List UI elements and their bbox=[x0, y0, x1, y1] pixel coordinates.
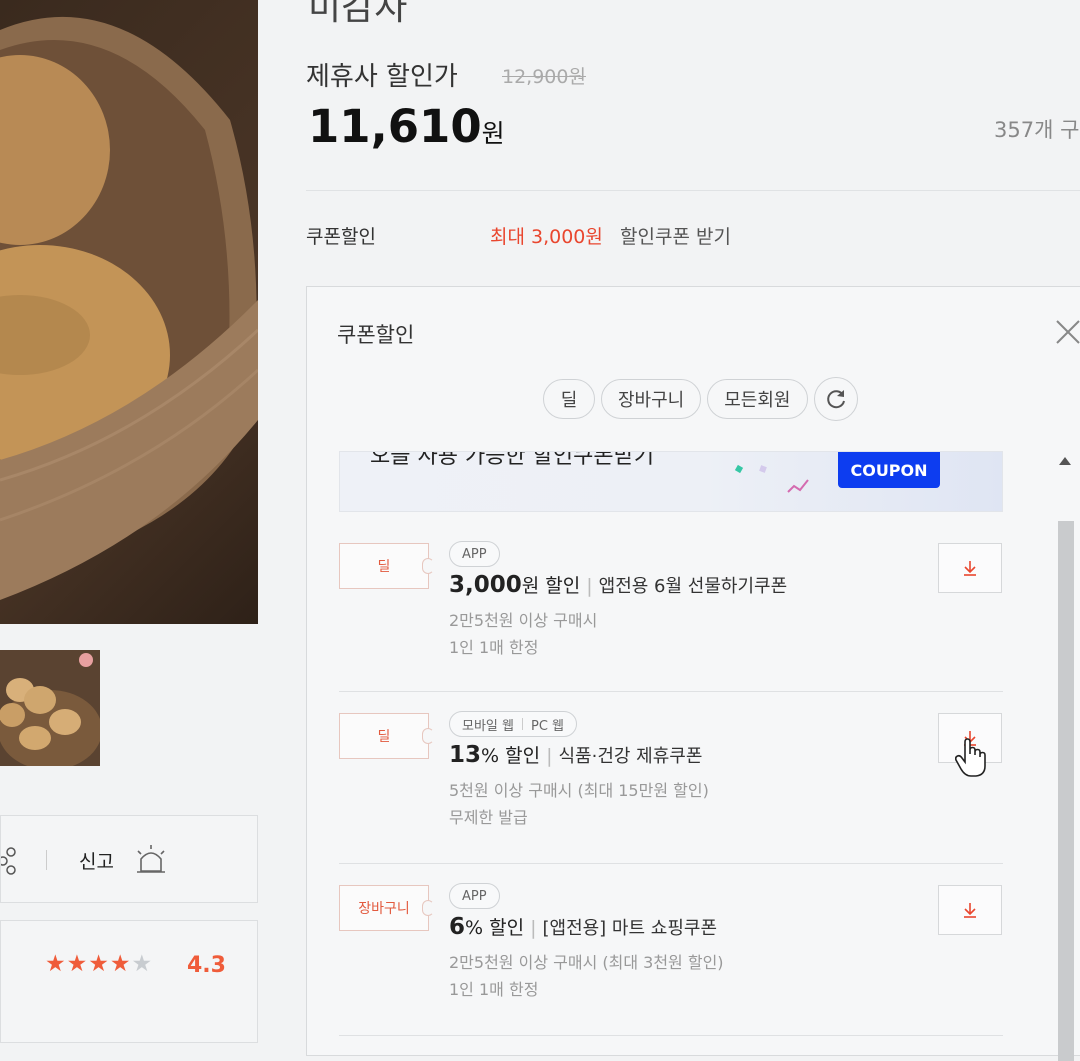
divider bbox=[46, 850, 47, 870]
close-icon[interactable] bbox=[1053, 317, 1080, 347]
filter-chip-cart[interactable]: 장바구니 bbox=[601, 379, 702, 419]
coupon-download-button[interactable] bbox=[938, 885, 1002, 935]
coupon-panel: 쿠폰할인 딜 장바구니 모든회원 오늘 사용 가능한 할인쿠폰받기 COUPON bbox=[306, 286, 1080, 1061]
coupon-type-tag: 딜 bbox=[339, 543, 434, 589]
coupon-get-link[interactable]: 할인쿠폰 받기 bbox=[620, 222, 731, 249]
coupon-condition: 2만5천원 이상 구매시 (최대 3천원 할인) bbox=[449, 953, 724, 972]
platform-label: APP bbox=[462, 546, 487, 562]
coupon-unit: % 할인 bbox=[465, 917, 525, 939]
coupon-amount: 6 bbox=[449, 914, 466, 940]
coupon-list: 오늘 사용 가능한 할인쿠폰받기 COUPON 딜 APP 3,000원 할인 |… bbox=[307, 451, 1047, 1057]
platform-badge: APP bbox=[449, 883, 500, 909]
sale-price: 11,610원 bbox=[308, 100, 505, 153]
scroll-thumb[interactable] bbox=[1058, 521, 1074, 1061]
coupon-condition: 5천원 이상 구매시 (최대 15만원 할인) bbox=[449, 781, 709, 800]
coupon-limit: 1인 1매 한정 bbox=[449, 638, 539, 657]
coupon-filter-bar: 딜 장바구니 모든회원 bbox=[543, 377, 858, 421]
divider bbox=[339, 1035, 1003, 1036]
filter-chip-deal[interactable]: 딜 bbox=[543, 379, 595, 419]
rating-stars: ★★★★★ bbox=[45, 951, 154, 977]
share-icon[interactable] bbox=[1, 846, 19, 876]
refresh-icon bbox=[826, 390, 845, 409]
panel-title: 쿠폰할인 bbox=[337, 323, 415, 347]
report-button[interactable]: 신고 bbox=[79, 847, 114, 874]
download-icon bbox=[964, 561, 976, 576]
divider bbox=[339, 691, 1003, 692]
coupon-amount: 13 bbox=[449, 742, 482, 768]
coupon-title: 3,000원 할인 | 앱전용 6월 선물하기쿠폰 bbox=[449, 572, 788, 598]
banner-graphic bbox=[734, 464, 809, 493]
product-thumbnail[interactable] bbox=[0, 650, 100, 766]
scroll-up-icon[interactable] bbox=[1059, 457, 1071, 465]
coupon-name: 앱전용 6월 선물하기쿠폰 bbox=[598, 576, 788, 597]
platform-badge: 모바일 웹 PC 웹 bbox=[449, 711, 577, 737]
rating-box: ★★★★★ 4.3 bbox=[0, 920, 258, 1043]
sale-price-value: 11,610 bbox=[308, 100, 482, 153]
rating-value: 4.3 bbox=[187, 953, 226, 978]
coupon-item: 장바구니 APP 6% 할인 | [앱전용] 마트 쇼핑쿠폰 2만5천원 이상 구매… bbox=[307, 883, 1047, 1055]
coupon-type-tag: 장바구니 bbox=[339, 885, 434, 931]
refresh-button[interactable] bbox=[813, 377, 858, 421]
coupon-badge: COUPON bbox=[838, 452, 940, 488]
coupon-banner[interactable]: 오늘 사용 가능한 할인쿠폰받기 COUPON bbox=[339, 451, 1003, 512]
download-icon bbox=[964, 903, 976, 918]
filter-chip-all-members[interactable]: 모든회원 bbox=[707, 379, 808, 419]
coupon-limit: 무제한 발급 bbox=[449, 808, 528, 827]
coupon-item: 딜 APP 3,000원 할인 | 앱전용 6월 선물하기쿠폰 2만5천원 이상 구… bbox=[307, 541, 1047, 713]
coupon-title: 6% 할인 | [앱전용] 마트 쇼핑쿠폰 bbox=[449, 914, 718, 940]
price-unit: 원 bbox=[481, 119, 505, 148]
coupon-download-button[interactable] bbox=[938, 543, 1002, 593]
platform-badge: APP bbox=[449, 541, 500, 567]
siren-icon[interactable] bbox=[133, 843, 169, 875]
divider bbox=[306, 190, 1080, 191]
product-actions: 신고 bbox=[0, 815, 258, 903]
stock-count: 357개 구 bbox=[994, 118, 1080, 142]
coupon-amount: 3,000 bbox=[449, 572, 522, 598]
coupon-name: [앱전용] 마트 쇼핑쿠폰 bbox=[542, 918, 718, 939]
product-name: 미감자 bbox=[308, 0, 408, 28]
coupon-limit: 1인 1매 한정 bbox=[449, 980, 539, 999]
original-price: 12,900원 bbox=[502, 66, 586, 88]
coupon-unit: 원 할인 bbox=[521, 575, 581, 597]
platform-label: PC 웹 bbox=[530, 718, 564, 734]
product-main-image bbox=[0, 0, 258, 624]
coupon-item: 딜 모바일 웹 PC 웹 13% 할인 | 식품·건강 제휴쿠폰 5천원 이상 구매… bbox=[307, 711, 1047, 883]
hand-cursor-icon bbox=[955, 738, 986, 777]
coupon-discount-label: 쿠폰할인 bbox=[306, 226, 376, 248]
banner-text: 오늘 사용 가능한 할인쿠폰받기 bbox=[370, 451, 655, 469]
coupon-type-tag: 딜 bbox=[339, 713, 434, 759]
partner-price-label: 제휴사 할인가 bbox=[306, 62, 458, 92]
coupon-unit: % 할인 bbox=[481, 745, 541, 767]
coupon-title: 13% 할인 | 식품·건강 제휴쿠폰 bbox=[449, 742, 703, 768]
platform-label: 모바일 웹 bbox=[462, 718, 514, 734]
coupon-list-scrollbar[interactable] bbox=[1055, 451, 1077, 1061]
coupon-condition: 2만5천원 이상 구매시 bbox=[449, 611, 598, 630]
coupon-max-amount[interactable]: 최대 3,000원 bbox=[490, 222, 603, 249]
divider bbox=[339, 863, 1003, 864]
platform-label: APP bbox=[462, 888, 487, 904]
coupon-name: 식품·건강 제휴쿠폰 bbox=[558, 746, 703, 767]
